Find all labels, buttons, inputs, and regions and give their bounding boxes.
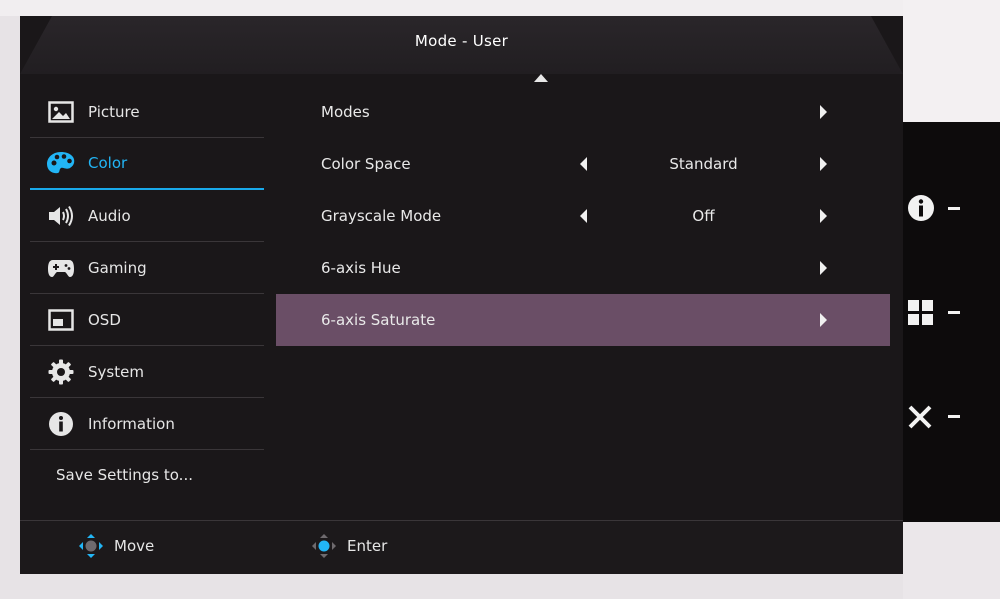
setting-label: 6-axis Saturate bbox=[321, 311, 436, 329]
sidebar-item-system[interactable]: System bbox=[30, 346, 264, 398]
sidebar-item-label: Information bbox=[88, 414, 175, 433]
save-settings-button[interactable]: Save Settings to... bbox=[30, 450, 264, 500]
close-icon bbox=[908, 405, 932, 429]
info-icon bbox=[908, 195, 934, 221]
palette-icon bbox=[46, 148, 76, 178]
arrow-right-icon[interactable] bbox=[820, 209, 827, 223]
menu-key[interactable] bbox=[903, 292, 1000, 332]
sidebar-item-label: System bbox=[88, 362, 144, 381]
move-label: Move bbox=[114, 537, 155, 555]
monitor-bezel-right-top bbox=[903, 0, 1000, 122]
setting-label: Color Space bbox=[321, 155, 411, 173]
sidebar: Picture Color Audio Gaming OSD System In… bbox=[30, 86, 264, 500]
osd-window-icon bbox=[46, 305, 76, 335]
joystick-enter-icon bbox=[312, 534, 336, 558]
monitor-bezel-top bbox=[0, 0, 1000, 16]
setting-value: Off bbox=[692, 207, 715, 225]
sidebar-item-label: Audio bbox=[88, 206, 131, 225]
key-dash bbox=[948, 207, 960, 210]
picture-icon bbox=[46, 97, 76, 127]
gamepad-icon bbox=[46, 253, 76, 283]
move-hint: Move bbox=[78, 533, 154, 559]
gear-icon bbox=[46, 357, 76, 387]
grid-icon bbox=[908, 300, 933, 325]
scroll-up-icon[interactable] bbox=[534, 74, 548, 82]
speaker-icon bbox=[46, 201, 76, 231]
arrow-left-icon[interactable] bbox=[580, 157, 587, 171]
key-dash bbox=[948, 311, 960, 314]
footer-hints: Move Enter bbox=[20, 520, 903, 574]
arrow-right-icon[interactable] bbox=[820, 261, 827, 275]
sidebar-item-label: OSD bbox=[88, 310, 121, 329]
info-icon bbox=[46, 409, 76, 439]
sidebar-item-information[interactable]: Information bbox=[30, 398, 264, 450]
sidebar-item-label: Color bbox=[88, 154, 128, 172]
setting-row-modes[interactable]: Modes bbox=[276, 86, 890, 138]
sidebar-item-label: Gaming bbox=[88, 258, 147, 277]
enter-hint: Enter bbox=[311, 533, 387, 559]
setting-row-6-axis-saturate[interactable]: 6-axis Saturate bbox=[276, 294, 890, 346]
sidebar-item-audio[interactable]: Audio bbox=[30, 190, 264, 242]
setting-row-6-axis-hue[interactable]: 6-axis Hue bbox=[276, 242, 890, 294]
arrow-right-icon[interactable] bbox=[820, 157, 827, 171]
sidebar-item-color[interactable]: Color bbox=[30, 138, 264, 190]
setting-label: 6-axis Hue bbox=[321, 259, 401, 277]
setting-label: Modes bbox=[321, 103, 370, 121]
sidebar-item-picture[interactable]: Picture bbox=[30, 86, 264, 138]
monitor-bezel-right-bottom bbox=[903, 522, 1000, 599]
sidebar-item-osd[interactable]: OSD bbox=[30, 294, 264, 346]
sidebar-item-gaming[interactable]: Gaming bbox=[30, 242, 264, 294]
page-title: Mode - User bbox=[414, 32, 509, 50]
arrow-right-icon[interactable] bbox=[820, 313, 827, 327]
hardware-keys bbox=[903, 122, 1000, 522]
key-dash bbox=[948, 415, 960, 418]
title-bar: Mode - User bbox=[20, 16, 903, 74]
settings-list: Modes Color Space Standard Grayscale Mod… bbox=[276, 86, 890, 346]
setting-row-grayscale-mode[interactable]: Grayscale Mode Off bbox=[276, 190, 890, 242]
setting-label: Grayscale Mode bbox=[321, 207, 442, 225]
arrow-right-icon[interactable] bbox=[820, 105, 827, 119]
exit-key[interactable] bbox=[903, 396, 1000, 436]
setting-row-color-space[interactable]: Color Space Standard bbox=[276, 138, 890, 190]
osd-menu: Mode - User Picture Color Audio Gaming O… bbox=[20, 16, 903, 574]
setting-value: Standard bbox=[669, 155, 738, 173]
info-key[interactable] bbox=[903, 188, 1000, 228]
arrow-left-icon[interactable] bbox=[580, 209, 587, 223]
joystick-move-icon bbox=[79, 534, 103, 558]
enter-label: Enter bbox=[347, 537, 388, 555]
sidebar-item-label: Picture bbox=[88, 102, 140, 121]
